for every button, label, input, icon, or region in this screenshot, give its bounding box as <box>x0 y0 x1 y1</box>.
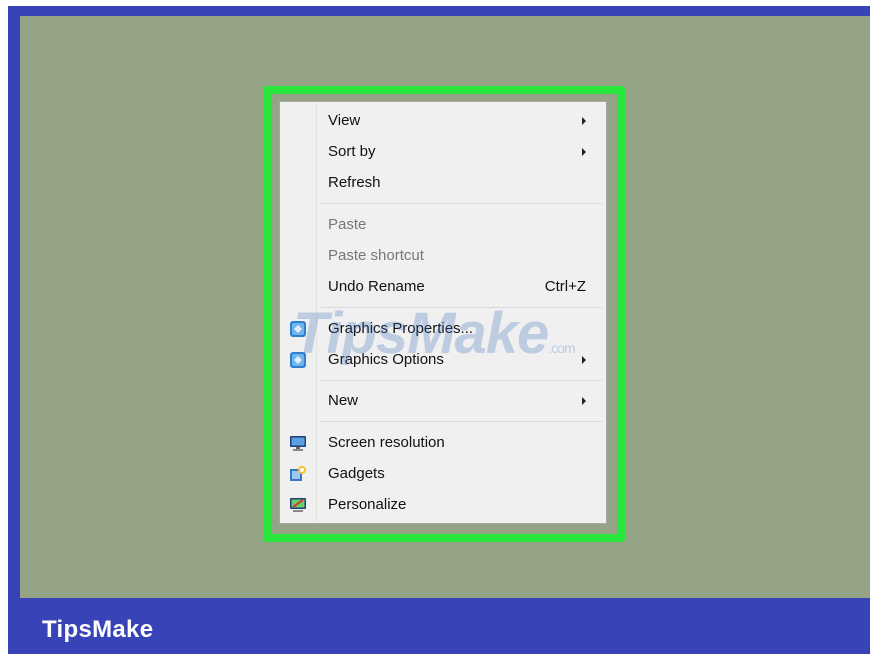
menu-item-undo-rename[interactable]: Undo Rename Ctrl+Z <box>282 273 604 301</box>
menu-item-new[interactable]: New <box>282 387 604 415</box>
menu-item-label: Personalize <box>328 496 407 513</box>
menu-item-label: Paste <box>328 216 367 233</box>
menu-item-label: Paste shortcut <box>328 247 424 264</box>
menu-item-label: Sort by <box>328 143 376 160</box>
menu-item-shortcut: Ctrl+Z <box>544 278 586 295</box>
menu-separator <box>320 421 602 422</box>
menu-item-refresh[interactable]: Refresh <box>282 169 604 197</box>
menu-item-label: Refresh <box>328 174 381 191</box>
menu-item-personalize[interactable]: Personalize <box>282 491 604 519</box>
menu-item-label: Gadgets <box>328 465 385 482</box>
menu-item-label: Undo Rename <box>328 278 425 295</box>
menu-item-label: Screen resolution <box>328 434 445 451</box>
watermark: TipsMake.com <box>293 300 576 367</box>
personalize-icon <box>290 498 306 512</box>
watermark-suffix: .com <box>548 340 575 356</box>
menu-item-label: New <box>328 392 359 409</box>
gadgets-icon <box>290 466 306 481</box>
menu-item-screen-resolution[interactable]: Screen resolution <box>282 429 604 457</box>
submenu-arrow-icon <box>582 356 586 364</box>
menu-item-sort-by[interactable]: Sort by <box>282 138 604 166</box>
submenu-arrow-icon <box>582 397 586 405</box>
watermark-main: TipsMake <box>293 301 549 366</box>
menu-item-gadgets[interactable]: Gadgets <box>282 460 604 488</box>
menu-item-paste-shortcut[interactable]: Paste shortcut <box>282 242 604 270</box>
menu-separator <box>320 380 602 381</box>
menu-item-view[interactable]: View <box>282 107 604 135</box>
submenu-arrow-icon <box>582 117 586 125</box>
monitor-icon <box>290 436 306 451</box>
menu-item-label: View <box>328 112 361 129</box>
menu-item-paste[interactable]: Paste <box>282 211 604 239</box>
submenu-arrow-icon <box>582 148 586 156</box>
menu-separator <box>320 203 602 204</box>
brand-logo: TipsMake <box>42 616 154 643</box>
